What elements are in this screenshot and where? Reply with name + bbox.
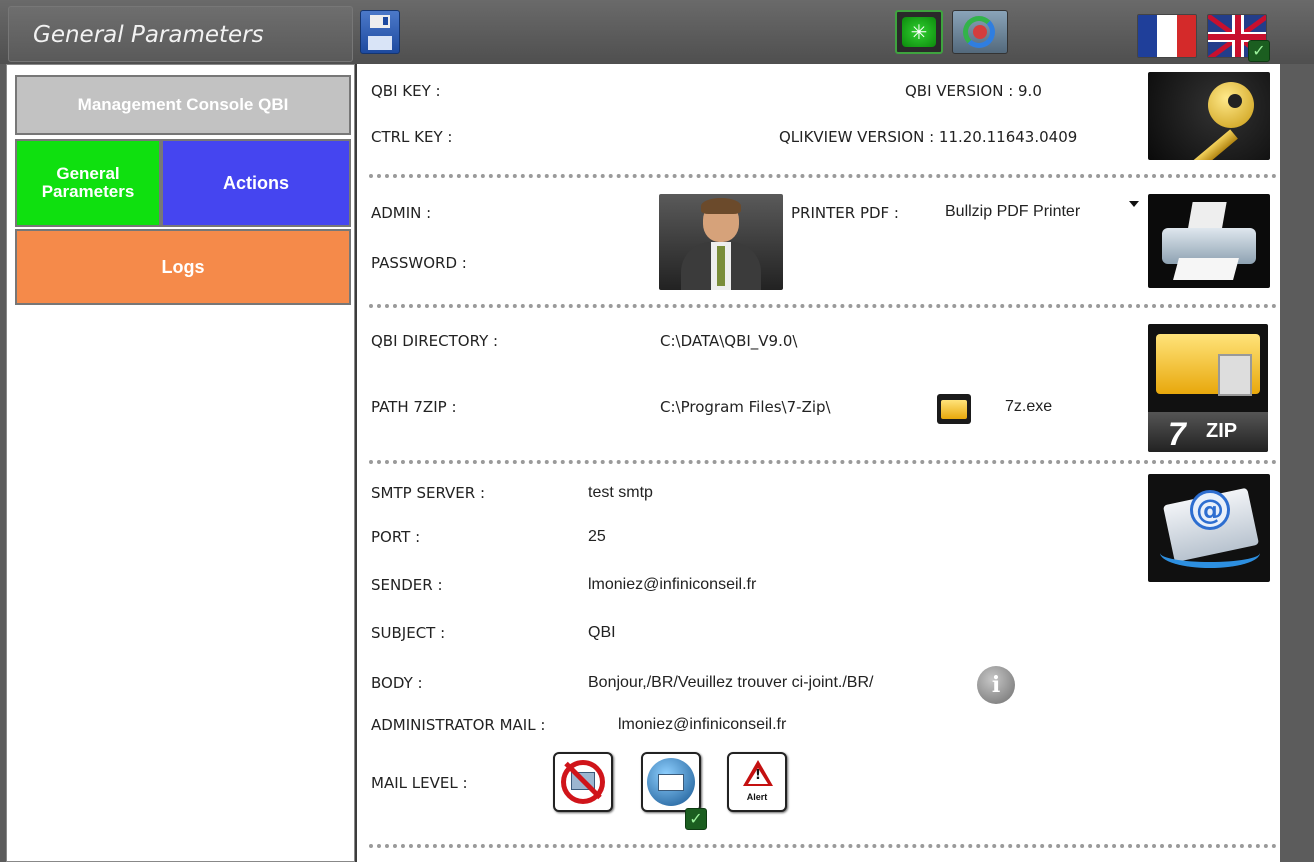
folder-7zip-icon: 7 ZIP <box>1148 324 1268 452</box>
key-icon <box>1148 72 1270 160</box>
mail-level-all-button[interactable] <box>641 752 701 812</box>
qbi-version-label: QBI VERSION : 9.0 <box>905 82 1042 100</box>
sender-field[interactable]: lmoniez@infiniconseil.fr <box>588 576 756 594</box>
nav-management-console[interactable]: Management Console QBI <box>15 75 351 135</box>
smtp-server-field[interactable]: test smtp <box>588 484 653 502</box>
flag-fr-icon[interactable] <box>1137 14 1197 58</box>
path-7zip-value[interactable]: C:\Program Files\7-Zip\ <box>660 398 831 416</box>
body-label: BODY : <box>371 674 423 692</box>
admin-mail-label: ADMINISTRATOR MAIL : <box>371 716 546 734</box>
nav-logs[interactable]: Logs <box>15 229 351 305</box>
qbi-key-label: QBI KEY : <box>371 82 441 100</box>
nav-actions[interactable]: Actions <box>161 139 351 227</box>
port-label: PORT : <box>371 528 421 546</box>
printer-icon <box>1148 194 1270 288</box>
exe-value[interactable]: 7z.exe <box>1005 398 1052 416</box>
admin-avatar-icon[interactable] <box>659 194 783 290</box>
separator <box>369 460 1277 464</box>
admin-mail-field[interactable]: lmoniez@infiniconseil.fr <box>618 716 786 734</box>
qlikview-version-label: QLIKVIEW VERSION : 11.20.11643.0409 <box>779 128 1078 146</box>
smtp-server-label: SMTP SERVER : <box>371 484 486 502</box>
mail-icon: @ <box>1148 474 1270 582</box>
password-label: PASSWORD : <box>371 254 467 272</box>
right-margin <box>1280 64 1314 862</box>
printer-pdf-label: PRINTER PDF : <box>791 204 899 222</box>
separator <box>369 844 1277 848</box>
sender-label: SENDER : <box>371 576 443 594</box>
mail-level-label: MAIL LEVEL : <box>371 774 468 792</box>
subject-field[interactable]: QBI <box>588 624 616 642</box>
browse-folder-icon[interactable] <box>937 394 971 424</box>
main-panel: QBI KEY : QBI VERSION : 9.0 CTRL KEY : Q… <box>355 64 1280 862</box>
refresh-icon[interactable] <box>952 10 1008 54</box>
separator <box>369 174 1277 178</box>
separator <box>369 304 1277 308</box>
qbi-directory-value[interactable]: C:\DATA\QBI_V9.0\ <box>660 332 797 350</box>
body-field[interactable]: Bonjour,/BR/Veuillez trouver ci-joint./B… <box>588 674 873 692</box>
admin-label: ADMIN : <box>371 204 432 222</box>
mail-level-alert-button[interactable]: ! Alert <box>727 752 787 812</box>
printer-pdf-select[interactable]: Bullzip PDF Printer <box>945 203 1080 221</box>
page-title: General Parameters <box>8 6 353 62</box>
save-icon[interactable] <box>360 10 400 54</box>
top-bar: General Parameters ✳ ✓ <box>0 0 1314 64</box>
nav-general-parameters[interactable]: General Parameters <box>15 139 161 227</box>
path-7zip-label: PATH 7ZIP : <box>371 398 457 416</box>
port-field[interactable]: 25 <box>588 528 606 546</box>
subject-label: SUBJECT : <box>371 624 446 642</box>
mail-level-none-button[interactable] <box>553 752 613 812</box>
reload-icon[interactable]: ✳ <box>895 10 943 54</box>
app-window: General Parameters ✳ ✓ Management Consol… <box>0 0 1314 862</box>
chevron-down-icon[interactable] <box>1129 201 1139 207</box>
info-icon[interactable]: i <box>977 666 1015 704</box>
selected-check-icon: ✓ <box>1248 40 1270 62</box>
sidebar: Management Console QBI General Parameter… <box>6 64 355 862</box>
ctrl-key-label: CTRL KEY : <box>371 128 453 146</box>
selected-check-icon: ✓ <box>685 808 707 830</box>
qbi-directory-label: QBI DIRECTORY : <box>371 332 499 350</box>
